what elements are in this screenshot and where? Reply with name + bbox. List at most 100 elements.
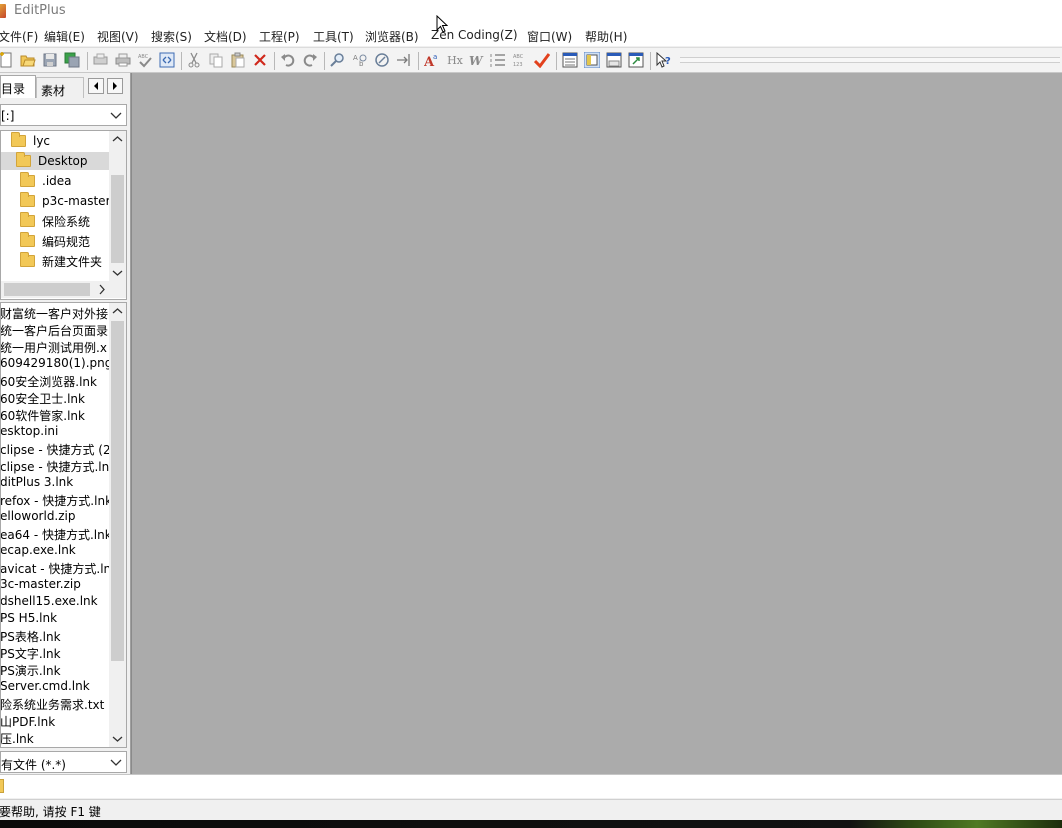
list-item[interactable]: dshell15.exe.lnk [1,594,98,611]
tree-item-coding-standards[interactable]: 编码规范 [20,232,90,250]
list-item[interactable]: 统一客户后台页面录 [1,322,108,339]
list-item[interactable]: esktop.ini [1,424,58,441]
chevron-up-icon[interactable] [112,134,123,145]
list-item[interactable]: 60安全浏览器.lnk [1,373,97,390]
editor-workspace[interactable] [131,73,1062,774]
file-list-scrollbar[interactable] [109,303,126,747]
list-item[interactable]: 山PDF.lnk [1,713,55,730]
new-file-icon[interactable] [0,52,14,68]
spell-check-icon[interactable]: ABC [137,52,153,68]
drive-select[interactable]: [:] [0,104,127,126]
hx-icon[interactable]: Hx [446,52,464,68]
file-filter-value: 有文件 (*.*) [1,758,66,772]
scroll-corner [109,281,126,298]
full-screen-icon[interactable] [628,52,644,68]
tree-item-new-folder[interactable]: 新建文件夹 [20,252,102,270]
save-icon[interactable] [42,52,58,68]
list-item[interactable]: PS表格.lnk [1,628,61,645]
menu-view[interactable]: 视图(V) [97,28,139,45]
menu-project[interactable]: 工程(P) [259,28,300,45]
list-item[interactable]: 压.lnk [1,730,34,747]
tree-vertical-scrollbar[interactable] [109,131,126,281]
print-preview-icon[interactable] [93,52,109,68]
menu-window[interactable]: 窗口(W) [527,28,572,45]
tree-hscroll-thumb[interactable] [4,283,90,296]
tab-scroll-right-button[interactable] [107,78,123,94]
file-list-scroll-thumb[interactable] [111,321,124,661]
open-folder-icon[interactable] [20,52,36,68]
delete-icon[interactable] [252,52,268,68]
chevron-down-icon[interactable] [112,267,123,278]
svg-text:?: ? [665,56,671,67]
check-icon[interactable] [534,52,550,68]
browser-preview-icon[interactable] [159,52,175,68]
replace-icon[interactable]: Ab [352,52,368,68]
list-item[interactable]: 险系统业务需求.txt [1,696,104,713]
list-item[interactable]: PS H5.lnk [1,611,57,628]
list-item[interactable]: Server.cmd.lnk [1,679,90,696]
tree-item-idea[interactable]: .idea [20,172,72,190]
menu-document[interactable]: 文档(D) [204,28,247,45]
title-bar: EditPlus [0,0,1062,24]
list-item[interactable]: elloworld.zip [1,509,76,526]
tree-item-insurance-system[interactable]: 保险系统 [20,212,90,230]
list-item[interactable]: PS演示.lnk [1,662,61,679]
word-wrap-icon[interactable]: W [468,52,484,68]
print-icon[interactable] [115,52,131,68]
chevron-down-icon[interactable] [112,733,123,744]
tree-item-lyc[interactable]: lyc [11,132,109,150]
directory-panel: 目录 素材 [:] lyc Desktop .idea p3c-master 保… [0,73,131,774]
line-number-icon[interactable] [490,52,506,68]
paste-icon[interactable] [230,52,246,68]
file-filter-select[interactable]: 有文件 (*.*) [0,751,127,773]
goto-icon[interactable] [374,52,390,68]
list-item[interactable]: 609429180(1).png [1,356,112,373]
document-icon[interactable] [0,779,4,793]
tab-scroll-left-button[interactable] [88,78,104,94]
list-item[interactable]: 财富统一客户对外接 [1,305,108,322]
menu-edit[interactable]: 编辑(E) [44,28,85,45]
list-item[interactable]: 3c-master.zip [1,577,81,594]
save-all-icon[interactable] [64,52,80,68]
menu-file[interactable]: 文件(F) [0,28,38,45]
column-ruler-icon[interactable]: ABC 123 [512,52,528,68]
list-item[interactable]: ecap.exe.lnk [1,543,76,560]
tree-horizontal-scrollbar[interactable] [1,281,109,298]
list-item[interactable]: clipse - 快捷方式 (2) [1,441,115,458]
tree-scroll-thumb[interactable] [111,175,124,263]
list-item[interactable]: clipse - 快捷方式.lnk [1,458,116,475]
cliptext-window-icon[interactable] [584,52,600,68]
copy-icon[interactable] [208,52,224,68]
cut-icon[interactable] [186,52,202,68]
list-item[interactable]: PS文字.lnk [1,645,61,662]
goto-line-icon[interactable] [396,52,412,68]
menu-tools[interactable]: 工具(T) [313,28,354,45]
list-item[interactable]: 60软件管家.lnk [1,407,85,424]
list-item[interactable]: refox - 快捷方式.lnk [1,492,112,509]
list-item[interactable]: ea64 - 快捷方式.lnk [1,526,112,543]
directory-window-icon[interactable] [562,52,578,68]
help-icon[interactable]: ? [656,52,672,68]
output-window-icon[interactable] [606,52,622,68]
redo-icon[interactable] [302,52,318,68]
undo-icon[interactable] [280,52,296,68]
list-item[interactable]: 60安全卫士.lnk [1,390,85,407]
tab-materials[interactable]: 素材 [36,77,84,98]
list-item[interactable]: ditPlus 3.lnk [1,475,73,492]
tab-directory[interactable]: 目录 [0,75,36,98]
menu-bar: 文件(F) 编辑(E) 视图(V) 搜索(S) 文档(D) 工程(P) 工具(T… [0,24,1062,46]
chevron-up-icon[interactable] [112,306,123,317]
chevron-down-icon [110,112,122,119]
list-item[interactable]: 统一用户测试用例.x [1,339,107,356]
list-item[interactable]: avicat - 快捷方式.lnk [1,560,118,577]
font-icon[interactable]: Aa [424,52,440,68]
menu-help[interactable]: 帮助(H) [585,28,627,45]
tree-item-desktop[interactable]: Desktop [1,152,109,170]
svg-text:ABC: ABC [513,54,524,60]
find-icon[interactable] [330,52,346,68]
menu-search[interactable]: 搜索(S) [151,28,192,45]
chevron-right-icon[interactable] [96,284,107,295]
tree-item-p3c-master[interactable]: p3c-master [20,192,111,210]
folder-icon [20,252,35,267]
menu-browser[interactable]: 浏览器(B) [365,28,419,45]
